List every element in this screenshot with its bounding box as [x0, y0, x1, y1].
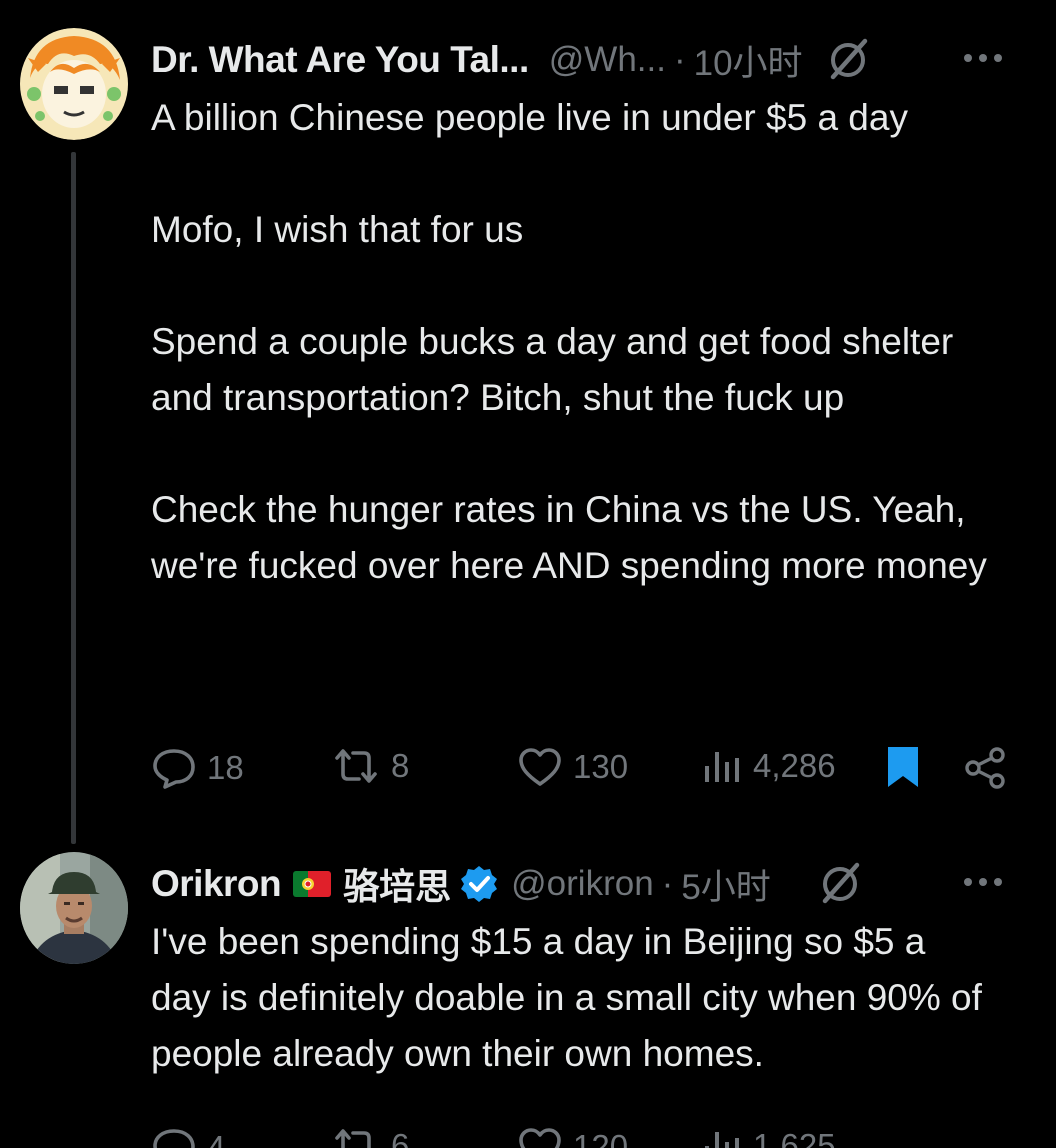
reply-count: 18 — [207, 749, 244, 786]
verified-badge-icon[interactable] — [459, 864, 499, 904]
more-options-icon[interactable] — [960, 870, 1006, 894]
tweet-text: I've been spending $15 a day in Beijing … — [151, 914, 991, 1082]
timestamp[interactable]: 5小时 — [681, 859, 770, 910]
views-icon — [705, 1132, 739, 1148]
user-handle[interactable]: @Wh... — [549, 40, 666, 80]
retweet-button[interactable]: 8 — [331, 746, 409, 786]
retweet-count: 6 — [391, 1127, 410, 1148]
tweet-paragraph: Spend a couple bucks a day and get food … — [151, 321, 954, 418]
avatar[interactable] — [20, 28, 128, 140]
chinese-name: 骆培思 — [343, 866, 452, 907]
tweet-actions: 4 6 120 1,625 — [151, 1118, 1021, 1148]
separator-dot: · — [673, 40, 686, 79]
views-button[interactable]: 1,625 — [701, 1126, 836, 1148]
tweet-paragraph: Check the hunger rates in China vs the U… — [151, 489, 987, 586]
thread-connector-line — [71, 152, 76, 844]
grok-icon[interactable] — [825, 37, 871, 83]
separator-dot: · — [661, 864, 674, 903]
view-count: 1,625 — [753, 1127, 836, 1148]
tweet-paragraph: Mofo, I wish that for us — [151, 209, 524, 250]
reply-count: 4 — [207, 1129, 226, 1148]
bookmark-button[interactable] — [885, 744, 921, 790]
views-icon — [705, 752, 739, 782]
grok-icon[interactable] — [817, 861, 863, 907]
tweet-header: Orikron 骆培思 @orikron · 5小时 — [151, 852, 1026, 916]
retweet-icon — [335, 749, 377, 783]
reply-icon — [153, 1129, 195, 1148]
like-button[interactable]: 130 — [517, 746, 628, 788]
retweet-icon — [335, 1129, 371, 1148]
tweet-text: A billion Chinese people live in under $… — [151, 90, 1021, 594]
reply-button[interactable]: 4 — [151, 1126, 225, 1148]
more-options-icon[interactable] — [960, 46, 1006, 70]
portugal-flag-icon — [293, 871, 332, 897]
like-count: 120 — [573, 1128, 629, 1148]
tweet-header: Dr. What Are You Tal... @Wh... · 10小时 — [151, 28, 1026, 92]
share-button[interactable] — [963, 746, 1007, 790]
thread-view: Dr. What Are You Tal... @Wh... · 10小时 A … — [0, 0, 1056, 1148]
display-name[interactable]: Orikron — [151, 863, 282, 905]
tweet-actions: 18 8 130 4,286 — [151, 738, 1021, 798]
display-name[interactable]: Dr. What Are You Tal... — [151, 39, 529, 81]
reply-icon — [153, 749, 195, 789]
avatar[interactable] — [20, 852, 128, 964]
tweet-paragraph: A billion Chinese people live in under $… — [151, 97, 908, 138]
views-button[interactable]: 4,286 — [701, 746, 836, 786]
view-count: 4,286 — [753, 747, 836, 784]
share-icon — [965, 747, 1005, 789]
like-button[interactable]: 120 — [517, 1126, 628, 1148]
retweet-count: 8 — [391, 747, 410, 784]
heart-icon — [519, 748, 561, 786]
tweet-paragraph: I've been spending $15 a day in Beijing … — [151, 921, 982, 1074]
like-count: 130 — [573, 748, 629, 785]
timestamp[interactable]: 10小时 — [694, 35, 803, 86]
user-handle[interactable]: @orikron — [511, 864, 654, 904]
retweet-button[interactable]: 6 — [331, 1126, 409, 1148]
reply-button[interactable]: 18 — [151, 746, 244, 790]
bookmark-icon — [888, 747, 918, 787]
heart-icon — [519, 1128, 561, 1148]
